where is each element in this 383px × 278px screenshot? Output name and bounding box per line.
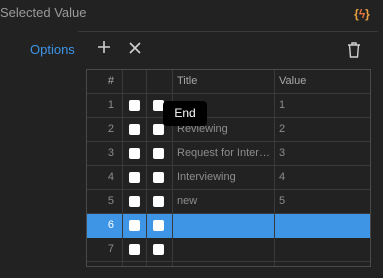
row-number: 7: [107, 243, 114, 255]
row-value[interactable]: 3: [276, 142, 370, 165]
row-checkbox[interactable]: [153, 220, 164, 231]
row-number: 6: [107, 219, 114, 231]
row-title[interactable]: Interviewing: [174, 166, 274, 189]
table-row[interactable]: 6: [87, 214, 370, 238]
column-header-number: #: [107, 75, 114, 87]
row-checkbox[interactable]: [153, 124, 164, 135]
row-number: 4: [107, 171, 114, 183]
row-title[interactable]: Request for Interview: [174, 142, 274, 165]
row-number: 3: [107, 147, 114, 159]
code-braces-bolt-icon[interactable]: {ϟ}: [351, 5, 373, 23]
row-checkbox[interactable]: [153, 244, 164, 255]
table-row[interactable]: 7: [87, 238, 370, 262]
column-header-title: Title: [177, 75, 198, 87]
row-title[interactable]: [174, 214, 274, 237]
table-row[interactable]: 4 Interviewing 4: [87, 166, 370, 190]
row-title[interactable]: new: [174, 190, 274, 213]
column-divider: [274, 70, 275, 266]
row-checkbox[interactable]: [153, 148, 164, 159]
trash-icon[interactable]: [346, 41, 362, 64]
row-checkbox[interactable]: [153, 196, 164, 207]
row-number: 2: [107, 123, 114, 135]
row-title[interactable]: [174, 238, 274, 261]
x-icon[interactable]: [128, 41, 142, 60]
options-table: # Title Value 1 1 2 Reviewing 2 3 Request for …: [86, 69, 371, 267]
column-divider: [172, 70, 173, 266]
row-value[interactable]: [276, 214, 370, 237]
row-checkbox[interactable]: [129, 100, 140, 111]
row-checkbox[interactable]: [129, 148, 140, 159]
column-header-value: Value: [279, 75, 307, 87]
row-checkbox[interactable]: [153, 172, 164, 183]
table-row[interactable]: 5 new 5: [87, 190, 370, 214]
plus-icon[interactable]: [95, 38, 113, 61]
row-number: 5: [107, 195, 114, 207]
row-checkbox[interactable]: [129, 196, 140, 207]
row-value[interactable]: [276, 238, 370, 261]
options-label: Options: [30, 42, 75, 57]
row-value[interactable]: 2: [276, 118, 370, 141]
row-value[interactable]: 5: [276, 190, 370, 213]
table-row[interactable]: 11: [87, 94, 370, 118]
table-header-row: # Title Value: [87, 70, 370, 94]
table-row[interactable]: 3 Request for Interview 3: [87, 142, 370, 166]
row-checkbox[interactable]: [129, 124, 140, 135]
column-divider: [146, 70, 147, 266]
row-number: 1: [107, 99, 114, 111]
row-checkbox[interactable]: [129, 172, 140, 183]
table-row[interactable]: 2 Reviewing 2: [87, 118, 370, 142]
column-divider: [122, 70, 123, 266]
divider: [78, 31, 378, 32]
row-value[interactable]: 4: [276, 166, 370, 189]
tooltip: End: [163, 101, 207, 126]
selected-value-label: Selected Value: [0, 5, 87, 20]
row-value[interactable]: 1: [276, 94, 370, 117]
row-checkbox[interactable]: [129, 244, 140, 255]
row-checkbox[interactable]: [129, 220, 140, 231]
